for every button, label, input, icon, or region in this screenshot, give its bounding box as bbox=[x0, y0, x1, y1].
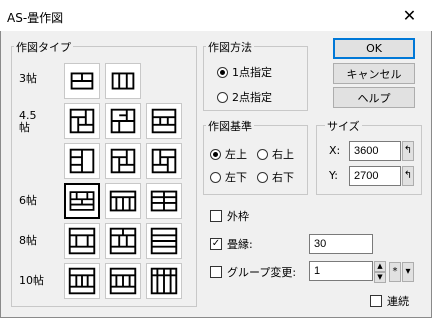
radio-label: 左上 bbox=[225, 148, 247, 161]
radio-dot bbox=[257, 148, 268, 160]
radio-label: 右上 bbox=[272, 148, 294, 161]
radio-1point[interactable]: 1点指定 bbox=[217, 64, 272, 80]
tatami-layout-icon bbox=[68, 227, 96, 255]
radio-dot bbox=[257, 171, 268, 183]
tatami-layout-tile[interactable] bbox=[105, 223, 141, 259]
tatami-layout-tile[interactable] bbox=[146, 143, 182, 179]
radio-label: 右下 bbox=[272, 171, 294, 184]
outer-frame-checkbox[interactable]: 外枠 bbox=[210, 208, 249, 224]
row-label-3: 3帖 bbox=[19, 72, 37, 85]
x-pick-icon[interactable]: ↰ bbox=[402, 141, 414, 161]
cancel-button[interactable]: キャンセル bbox=[333, 63, 415, 84]
checkbox-label: 外枠 bbox=[227, 210, 249, 223]
tatami-layout-icon bbox=[110, 148, 136, 174]
tatami-layout-tile[interactable] bbox=[64, 143, 100, 179]
y-label: Y: bbox=[329, 169, 338, 182]
radio-top-right[interactable]: 右上 bbox=[257, 146, 294, 162]
y-size-input[interactable] bbox=[349, 166, 401, 186]
radio-dot bbox=[217, 66, 228, 78]
tatami-edge-input[interactable] bbox=[309, 234, 373, 254]
tatami-layout-tile[interactable] bbox=[105, 263, 141, 299]
tatami-layout-tile[interactable] bbox=[105, 63, 141, 99]
x-label: X: bbox=[329, 144, 341, 157]
radio-bottom-left[interactable]: 左下 bbox=[210, 169, 247, 185]
radio-dot bbox=[217, 91, 228, 103]
checkbox-box: ✓ bbox=[210, 238, 222, 250]
radio-2point[interactable]: 2点指定 bbox=[217, 89, 272, 105]
tatami-layout-icon bbox=[69, 191, 95, 211]
radio-dot bbox=[210, 171, 221, 183]
checkbox-box bbox=[210, 210, 222, 222]
y-pick-icon[interactable]: ↰ bbox=[402, 166, 414, 186]
row-label-8: 8帖 bbox=[19, 234, 37, 247]
help-button[interactable]: ヘルプ bbox=[333, 87, 415, 108]
group-dropdown-icon[interactable]: ▾ bbox=[402, 262, 414, 282]
radio-label: 左下 bbox=[225, 171, 247, 184]
tatami-layout-tile[interactable] bbox=[64, 183, 100, 219]
tatami-layout-icon bbox=[69, 148, 95, 174]
close-button[interactable]: ✕ bbox=[387, 0, 432, 31]
stepper-up-icon[interactable]: ▲ bbox=[374, 261, 386, 272]
tatami-layout-tile[interactable] bbox=[105, 103, 141, 139]
ok-button[interactable]: OK bbox=[333, 38, 415, 59]
checkbox-box bbox=[210, 266, 222, 278]
x-size-input[interactable] bbox=[349, 141, 401, 161]
tatami-layout-tile[interactable] bbox=[105, 183, 141, 219]
tatami-layout-icon bbox=[111, 72, 135, 90]
tatami-layout-icon bbox=[110, 108, 136, 134]
radio-label: 1点指定 bbox=[232, 66, 272, 79]
tatami-layout-tile[interactable] bbox=[146, 103, 182, 139]
tatami-layout-tile[interactable] bbox=[64, 63, 100, 99]
tatami-layout-icon bbox=[150, 227, 178, 255]
group-change-stepper[interactable]: ▲ ▼ bbox=[374, 261, 386, 283]
tatami-layout-icon bbox=[150, 267, 178, 295]
tatami-layout-icon bbox=[150, 190, 178, 212]
stepper-down-icon[interactable]: ▼ bbox=[374, 272, 386, 283]
base-group-label: 作図基準 bbox=[206, 118, 254, 134]
window-title: AS-畳作図 bbox=[7, 11, 64, 25]
row-label-10: 10帖 bbox=[19, 274, 44, 287]
tatami-layout-icon bbox=[69, 108, 95, 134]
group-change-input[interactable] bbox=[309, 261, 373, 281]
checkbox-label: グループ変更: bbox=[227, 266, 297, 279]
checkbox-label: 連続 bbox=[387, 295, 409, 308]
tatami-layout-tile[interactable] bbox=[146, 263, 182, 299]
checkbox-label: 畳縁: bbox=[227, 238, 253, 251]
tatami-layout-icon bbox=[151, 108, 177, 134]
type-group-label: 作図タイプ bbox=[14, 39, 73, 55]
tatami-layout-tile[interactable] bbox=[64, 263, 100, 299]
tatami-layout-tile[interactable] bbox=[146, 223, 182, 259]
tatami-layout-icon bbox=[109, 190, 137, 212]
tatami-layout-icon bbox=[109, 267, 137, 295]
radio-label: 2点指定 bbox=[232, 91, 272, 104]
tatami-layout-tile[interactable] bbox=[146, 183, 182, 219]
tatami-layout-tile[interactable] bbox=[64, 103, 100, 139]
tatami-layout-tile[interactable] bbox=[64, 223, 100, 259]
radio-top-left[interactable]: 左上 bbox=[210, 146, 247, 162]
continuous-checkbox[interactable]: 連続 bbox=[370, 293, 409, 309]
tatami-layout-icon bbox=[109, 227, 137, 255]
tatami-layout-icon bbox=[70, 72, 94, 90]
tatami-layout-icon bbox=[68, 267, 96, 295]
method-group-label: 作図方法 bbox=[206, 39, 254, 55]
radio-dot bbox=[210, 148, 221, 160]
group-star-button[interactable]: * bbox=[389, 262, 401, 282]
tatami-edge-checkbox[interactable]: ✓ 畳縁: bbox=[210, 236, 253, 252]
group-change-checkbox[interactable]: グループ変更: bbox=[210, 264, 296, 280]
row-label-4-5: 4.5帖 bbox=[19, 109, 37, 134]
title-bar: AS-畳作図 ✕ bbox=[0, 0, 432, 31]
row-label-6: 6帖 bbox=[19, 194, 37, 207]
tatami-layout-tile[interactable] bbox=[105, 143, 141, 179]
tatami-layout-icon bbox=[151, 148, 177, 174]
checkbox-box bbox=[370, 295, 382, 307]
size-group-label: サイズ bbox=[325, 118, 362, 134]
radio-bottom-right[interactable]: 右下 bbox=[257, 169, 294, 185]
